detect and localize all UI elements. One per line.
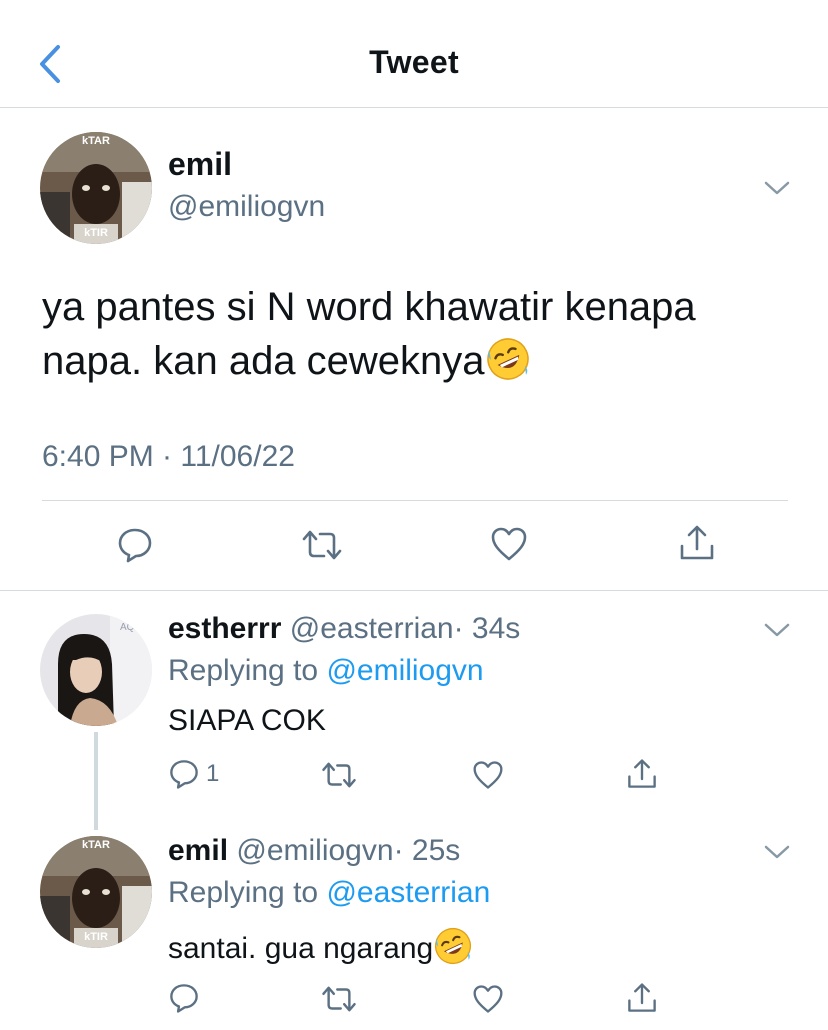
tweet-text-line-1: ya pantes si N word khawatir kenapa	[42, 285, 696, 329]
like-button[interactable]	[472, 760, 504, 790]
share-button[interactable]	[626, 758, 658, 790]
heart-icon	[491, 527, 527, 561]
comment-icon	[118, 528, 152, 563]
reply-text: SIAPA COK	[168, 704, 326, 737]
share-button[interactable]	[626, 982, 658, 1014]
reply-count: 1	[206, 760, 220, 787]
reply-button[interactable]	[116, 526, 154, 564]
like-button[interactable]	[472, 984, 504, 1014]
thread-connector	[94, 732, 98, 830]
replying-to-label: Replying to	[168, 654, 319, 687]
reply-text-content: santai. gua ngarang	[168, 932, 434, 965]
top-bar: Tweet	[0, 0, 828, 108]
page-title: Tweet	[369, 44, 459, 80]
avatar-caption-bottom: kTIR	[84, 227, 108, 239]
reply-header: estherrr @easterrian· 34s	[168, 612, 520, 646]
retweet-icon	[322, 986, 356, 1012]
heart-icon	[473, 985, 503, 1013]
retweet-button[interactable]	[320, 984, 358, 1014]
retweet-icon	[322, 762, 356, 788]
share-icon	[680, 525, 714, 560]
comment-icon	[170, 984, 198, 1013]
divider	[0, 590, 828, 591]
avatar-caption-top: kTAR	[82, 839, 110, 851]
replying-to-link[interactable]: @emiliogvn	[326, 654, 483, 687]
replying-to-link[interactable]: @easterrian	[326, 876, 490, 909]
reply-button[interactable]: 1	[168, 758, 219, 790]
retweet-button[interactable]	[300, 528, 344, 562]
retweet-button[interactable]	[320, 760, 358, 790]
comment-icon	[170, 760, 198, 789]
tweet-text: ya pantes si N word khawatir kenapa napa…	[42, 280, 802, 388]
reply-time: · 25s	[393, 834, 461, 867]
replying-to: Replying to @emiliogvn	[168, 654, 484, 688]
svg-text:AQH: AQH	[120, 622, 142, 633]
avatar-caption-top: kTAR	[82, 135, 110, 147]
like-button[interactable]	[490, 526, 528, 562]
avatar[interactable]: kTAR kTIR	[40, 132, 152, 244]
share-icon	[628, 759, 656, 788]
author-handle[interactable]: @emiliogvn	[168, 190, 325, 224]
more-options-button[interactable]	[762, 842, 792, 862]
chevron-down-icon	[764, 181, 790, 195]
more-options-button[interactable]	[762, 178, 792, 198]
avatar[interactable]: kTAR kTIR	[40, 836, 152, 948]
reply-header: emil @emiliogvn· 25s	[168, 834, 460, 868]
avatar-caption-bottom: kTIR	[84, 931, 108, 943]
tweet-timestamp: 6:40 PM · 11/06/22	[42, 440, 295, 473]
reply-button[interactable]	[168, 982, 200, 1014]
reply-author-handle[interactable]: @easterrian	[290, 612, 454, 645]
retweet-icon	[302, 530, 342, 560]
rolling-on-floor-laughing-emoji-icon	[486, 338, 529, 380]
reply-text: santai. gua ngarang	[168, 926, 473, 966]
rolling-on-floor-laughing-emoji-icon	[435, 927, 472, 965]
replying-to-label: Replying to	[168, 876, 319, 909]
share-button[interactable]	[678, 524, 716, 562]
reply-author-name[interactable]: emil	[168, 834, 228, 867]
tweet-text-line-2: napa. kan ada ceweknya	[42, 339, 485, 383]
heart-icon	[473, 761, 503, 789]
chevron-down-icon	[764, 845, 790, 859]
avatar[interactable]: AQH	[40, 614, 152, 726]
reply-author-handle[interactable]: @emiliogvn	[236, 834, 393, 867]
more-options-button[interactable]	[762, 620, 792, 640]
divider	[42, 500, 788, 501]
reply-author-name[interactable]: estherrr	[168, 612, 281, 645]
author-name[interactable]: emil	[168, 146, 232, 183]
chevron-down-icon	[764, 623, 790, 637]
share-icon	[628, 983, 656, 1012]
replying-to: Replying to @easterrian	[168, 876, 490, 910]
reply-time: · 34s	[453, 612, 521, 645]
